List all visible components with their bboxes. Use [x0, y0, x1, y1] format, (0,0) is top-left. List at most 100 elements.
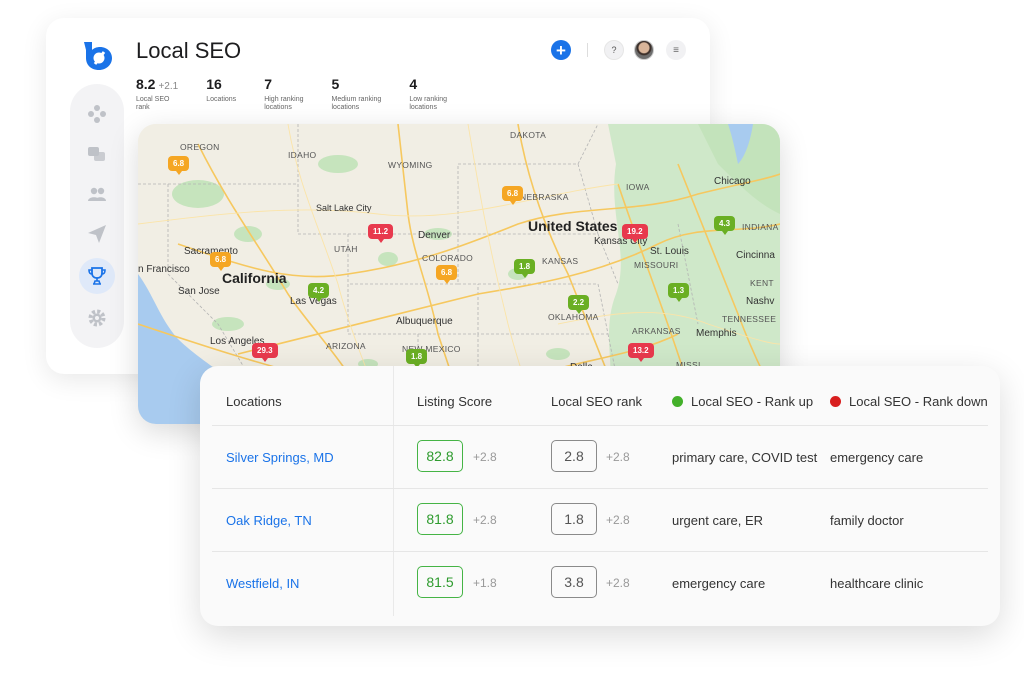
stat-label: Local SEO rank	[136, 96, 170, 111]
stat-label: Medium ranking locations	[331, 96, 382, 111]
page-title: Local SEO	[136, 38, 242, 63]
map-label: OKLAHOMA	[548, 312, 599, 322]
map-label: Albuquerque	[396, 316, 453, 327]
map-pin[interactable]: 6.8	[168, 156, 190, 175]
map-pin[interactable]: 6.8	[210, 252, 232, 271]
map-label: KENT	[750, 278, 774, 288]
map-label: KANSAS	[542, 256, 579, 266]
map-label: n Francisco	[138, 264, 190, 275]
red-dot-icon	[830, 396, 841, 407]
location-link[interactable]: Silver Springs, MD	[226, 450, 334, 465]
map-pin[interactable]: 4.2	[308, 283, 330, 302]
map-pin[interactable]: 1.8	[514, 259, 536, 278]
stat-value: 16	[206, 76, 222, 92]
map-label: San Jose	[178, 286, 220, 297]
chat-icon[interactable]	[85, 142, 109, 166]
map-pin[interactable]: 29.3	[252, 343, 278, 362]
stat-local-seo-rank: 8.2 +2.1 Local SEO rank	[136, 76, 178, 112]
rank-up-keywords: primary care, COVID test	[672, 450, 818, 465]
map-label: ARKANSAS	[632, 326, 681, 336]
location-link[interactable]: Westfield, IN	[226, 576, 299, 591]
hub-icon[interactable]	[85, 102, 109, 126]
stats-bar: 8.2 +2.1 Local SEO rank 16 Locations 7 Hi…	[136, 76, 475, 112]
stat-label: High ranking locations	[264, 96, 304, 111]
header-rank-down-label: Local SEO - Rank down	[849, 394, 988, 409]
stat-delta: +2.1	[158, 81, 179, 92]
map-label: Nashv	[746, 296, 775, 307]
map-pin[interactable]: 1.3	[668, 283, 690, 302]
map-label: TENNESSEE	[722, 314, 777, 324]
map-label: IDAHO	[288, 150, 317, 160]
header-rank-down: Local SEO - Rank down	[830, 394, 988, 409]
menu-icon[interactable]: ≡	[666, 40, 686, 60]
header-locations: Locations	[226, 394, 282, 409]
stat-label: Locations	[206, 96, 237, 103]
map-label: OREGON	[180, 142, 220, 152]
map-pin[interactable]: 11.2	[368, 224, 394, 243]
map-label: MISSOURI	[634, 260, 679, 270]
map-pin[interactable]: 13.2	[628, 343, 654, 362]
stat-value: 5	[331, 76, 340, 92]
stat-value: 8.2	[136, 76, 156, 92]
map-pin[interactable]: 1.8	[406, 349, 428, 368]
sidebar	[70, 84, 124, 348]
send-icon[interactable]	[85, 222, 109, 246]
map-label: WYOMING	[388, 160, 433, 170]
header-listing-score: Listing Score	[417, 394, 493, 409]
map-label: IOWA	[626, 182, 650, 192]
rank-down-keywords: emergency care	[830, 450, 924, 465]
map-pin[interactable]: 19.2	[622, 224, 648, 243]
map-label: United States	[528, 218, 618, 234]
green-dot-icon	[672, 396, 683, 407]
map-label: Memphis	[696, 328, 737, 339]
gear-icon[interactable]	[85, 306, 109, 330]
listing-score-delta: +2.8	[473, 513, 497, 527]
map-label: California	[222, 270, 287, 286]
seo-rank-delta: +2.8	[606, 513, 630, 527]
map-label: Chicago	[714, 176, 751, 187]
location-link[interactable]: Oak Ridge, TN	[226, 513, 312, 528]
map-pin[interactable]: 6.8	[436, 265, 458, 284]
map-label: Cincinna	[736, 250, 775, 261]
map-label: UTAH	[334, 244, 358, 254]
rank-up-keywords: urgent care, ER	[672, 513, 764, 528]
trophy-icon[interactable]	[79, 258, 115, 294]
listing-score-delta: +2.8	[473, 450, 497, 464]
map-pin[interactable]: 4.3	[714, 216, 736, 235]
add-button[interactable]: +	[551, 40, 571, 60]
listing-score-badge: 81.5	[417, 566, 463, 598]
map-label: COLORADO	[422, 253, 474, 263]
stat-locations: 16 Locations	[206, 76, 236, 112]
rank-down-keywords: healthcare clinic	[830, 576, 924, 591]
map-label: DAKOTA	[510, 130, 547, 140]
map-label: St. Louis	[650, 246, 689, 257]
users-icon[interactable]	[85, 182, 109, 206]
listing-score-delta: +1.8	[473, 576, 497, 590]
rank-down-keywords: family doctor	[830, 513, 904, 528]
map-label: INDIANA	[742, 222, 779, 232]
header-rank-up: Local SEO - Rank up	[672, 394, 813, 409]
map-label: ARIZONA	[326, 341, 366, 351]
seo-rank-badge: 2.8	[551, 440, 597, 472]
header-rank-up-label: Local SEO - Rank up	[691, 394, 814, 409]
seo-rank-badge: 1.8	[551, 503, 597, 535]
header-local-seo-rank: Local SEO rank	[551, 394, 643, 409]
map-label: Denver	[418, 230, 451, 241]
table-row: Silver Springs, MD 82.8 +2.8 2.8 +2.8 pr…	[200, 426, 1000, 489]
rank-up-keywords: emergency care	[672, 576, 766, 591]
stat-value: 4	[409, 76, 418, 92]
stat-medium-ranking: 5 Medium ranking locations	[332, 76, 382, 112]
map-pin[interactable]: 2.2	[568, 295, 590, 314]
table-row: Oak Ridge, TN 81.8 +2.8 1.8 +2.8 urgent …	[200, 489, 1000, 552]
map-label: Salt Lake City	[316, 203, 372, 213]
stat-value: 7	[264, 76, 272, 92]
map-pin[interactable]: 6.8	[502, 186, 524, 205]
listing-score-badge: 82.8	[417, 440, 463, 472]
stat-label: Low ranking locations	[409, 96, 448, 111]
seo-rank-badge: 3.8	[551, 566, 597, 598]
divider	[587, 43, 588, 57]
stat-low-ranking: 4 Low ranking locations	[409, 76, 447, 112]
table-row: Westfield, IN 81.5 +1.8 3.8 +2.8 emergen…	[200, 552, 1000, 615]
help-icon[interactable]: ?	[604, 40, 624, 60]
avatar[interactable]	[634, 40, 654, 60]
